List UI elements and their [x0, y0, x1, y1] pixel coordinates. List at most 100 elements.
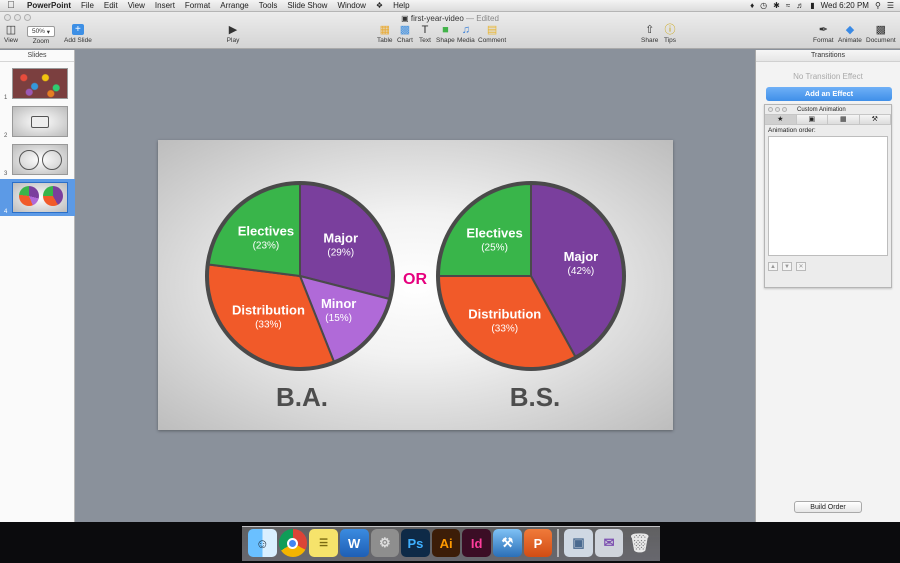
battery-icon[interactable]: ▮ [810, 1, 814, 10]
trash-icon[interactable]: 🗑 [625, 529, 654, 557]
tab-build-in-icon[interactable]: ★ [765, 115, 797, 124]
slice-label: Electives [466, 226, 522, 241]
slide-thumbnail-3[interactable]: 3 [0, 141, 75, 178]
build-order-button[interactable]: Build Order [794, 501, 862, 513]
document-title: ▣ first-year-video — Edited [401, 14, 499, 23]
dropbox-icon[interactable]: ♦ [750, 1, 754, 10]
move-up-icon[interactable]: ▲ [768, 262, 778, 271]
view-button[interactable]: ◫ View [4, 24, 18, 44]
menu-tools[interactable]: Tools [254, 1, 283, 10]
clock[interactable]: Wed 6:20 PM [821, 1, 869, 10]
chrome-icon[interactable] [278, 529, 308, 557]
chart-button[interactable]: ▩ Chart [397, 24, 413, 44]
dock-separator [557, 529, 560, 557]
menu-file[interactable]: File [76, 1, 99, 10]
text-icon: T [421, 24, 429, 36]
xcode-icon[interactable]: ⚒ [493, 529, 522, 557]
menu-insert[interactable]: Insert [150, 1, 180, 10]
finder-icon[interactable]: ☺ [248, 529, 277, 557]
slide-number: 3 [4, 171, 8, 177]
slide-thumbnail-image [12, 182, 68, 213]
illustrator-icon[interactable]: Ai [431, 529, 461, 557]
text-button[interactable]: T Text [418, 24, 432, 44]
animation-order-list[interactable] [768, 136, 888, 256]
timemachine-icon[interactable]: ◷ [760, 1, 767, 10]
volume-icon[interactable]: ♬ [796, 1, 804, 10]
mail-icon[interactable]: ✉ [594, 529, 624, 557]
media-button[interactable]: ♫ Media [457, 24, 475, 44]
menu-format[interactable]: Format [180, 1, 215, 10]
menu-arrange[interactable]: Arrange [215, 1, 253, 10]
play-button[interactable]: ▶ Play [226, 24, 240, 44]
indesign-icon[interactable]: Id [462, 529, 491, 557]
zoom-value: 50% [31, 28, 45, 35]
zoom-select[interactable]: 50% ▾ [27, 26, 55, 37]
wifi-icon[interactable]: ≈ [786, 1, 790, 10]
table-button[interactable]: ▦ Table [377, 24, 393, 44]
menu-edit[interactable]: Edit [99, 1, 123, 10]
script-menu-icon[interactable]: ❖ [371, 1, 388, 10]
format-button[interactable]: ✒ Format [813, 24, 834, 44]
minimize-palette-button[interactable] [775, 107, 780, 112]
spotlight-icon[interactable]: ⚲ [875, 1, 881, 10]
photoshop-icon[interactable]: Ps [401, 529, 430, 557]
animate-button[interactable]: ◆ Animate [838, 24, 862, 44]
slice-percent: (25%) [481, 243, 508, 254]
notifications-icon[interactable]: ☰ [887, 1, 894, 10]
powerpoint-icon[interactable]: P [523, 529, 553, 557]
slide-thumbnail-2[interactable]: 2 [0, 103, 75, 140]
move-down-icon[interactable]: ▼ [782, 262, 792, 271]
tab-settings-icon[interactable]: ⚒ [859, 115, 891, 124]
animate-label: Animate [838, 37, 862, 44]
close-palette-button[interactable] [768, 107, 773, 112]
system-preferences-icon[interactable]: ⚙ [370, 529, 400, 557]
menu-view[interactable]: View [123, 1, 150, 10]
zoom-control[interactable]: 50% ▾ Zoom [27, 25, 55, 45]
tips-button[interactable]: ⓘ Tips [663, 24, 677, 44]
add-effect-button[interactable]: Add an Effect [766, 87, 892, 101]
animation-order-label: Animation order: [768, 127, 816, 134]
paintbrush-icon: ✒ [818, 24, 828, 36]
chart-icon: ▩ [399, 24, 411, 36]
slide-thumbnail-1[interactable]: 1 [0, 65, 75, 102]
slice-percent: (33%) [491, 323, 518, 334]
apple-menu-icon[interactable]:  [0, 0, 22, 11]
stickies-icon[interactable]: ☰ [309, 529, 338, 557]
media-label: Media [457, 37, 475, 44]
preview-icon[interactable]: ▣ [564, 529, 593, 557]
document-setup-icon: ▩ [875, 24, 887, 36]
slide-thumbnail-4[interactable]: 4 [0, 179, 75, 216]
animation-list-controls: ▲ ▼ ✕ [765, 256, 891, 277]
toolbar: ▣ first-year-video — Edited ◫ View 50% ▾… [0, 12, 900, 49]
menu-window[interactable]: Window [332, 1, 370, 10]
transitions-header[interactable]: Transitions [756, 50, 900, 62]
slice-label: Distribution [468, 306, 541, 321]
shape-icon: ■ [442, 24, 449, 36]
menu-help[interactable]: Help [388, 1, 414, 10]
zoom-palette-button[interactable] [782, 107, 787, 112]
tab-build-out-icon[interactable]: ▦ [828, 115, 860, 124]
word-icon[interactable]: W [339, 529, 369, 557]
pie-chart-bs[interactable]: Major (42%) Distribution (33%) Electives (25%… [436, 181, 626, 371]
chart-label: Chart [397, 37, 413, 44]
shape-button[interactable]: ■ Shape [436, 24, 455, 44]
add-slide-button[interactable]: + Add Slide [64, 24, 92, 44]
slide-thumbnail-image [12, 144, 68, 175]
slice-percent: (23%) [253, 240, 280, 251]
document-button[interactable]: ▩ Document [866, 24, 896, 44]
dock: ☺ ☰ W ⚙ Ps Ai Id ⚒ P ▣ ✉ 🗑 [242, 526, 660, 561]
menu-app-name[interactable]: PowerPoint [22, 1, 76, 10]
pie-chart-ba[interactable]: Major (29%) Minor (15%) Distribution (33%) Ele… [205, 181, 395, 371]
bluetooth-icon[interactable]: ✱ [773, 1, 780, 10]
shape-label: Shape [436, 37, 455, 44]
share-label: Share [641, 37, 659, 44]
slice-percent: (29%) [327, 247, 354, 258]
share-button[interactable]: ⇧ Share [641, 24, 658, 44]
remove-icon[interactable]: ✕ [796, 262, 806, 271]
current-slide[interactable]: Major (29%) Minor (15%) Distribution (33%) Ele… [158, 140, 673, 430]
menu-slide-show[interactable]: Slide Show [282, 1, 332, 10]
comment-button[interactable]: ▤ Comment [478, 24, 506, 44]
add-slide-icon: + [71, 24, 84, 35]
tab-action-icon[interactable]: ▣ [796, 115, 828, 124]
slide-artwork: Major (29%) Minor (15%) Distribution (33%) Ele… [205, 181, 626, 412]
